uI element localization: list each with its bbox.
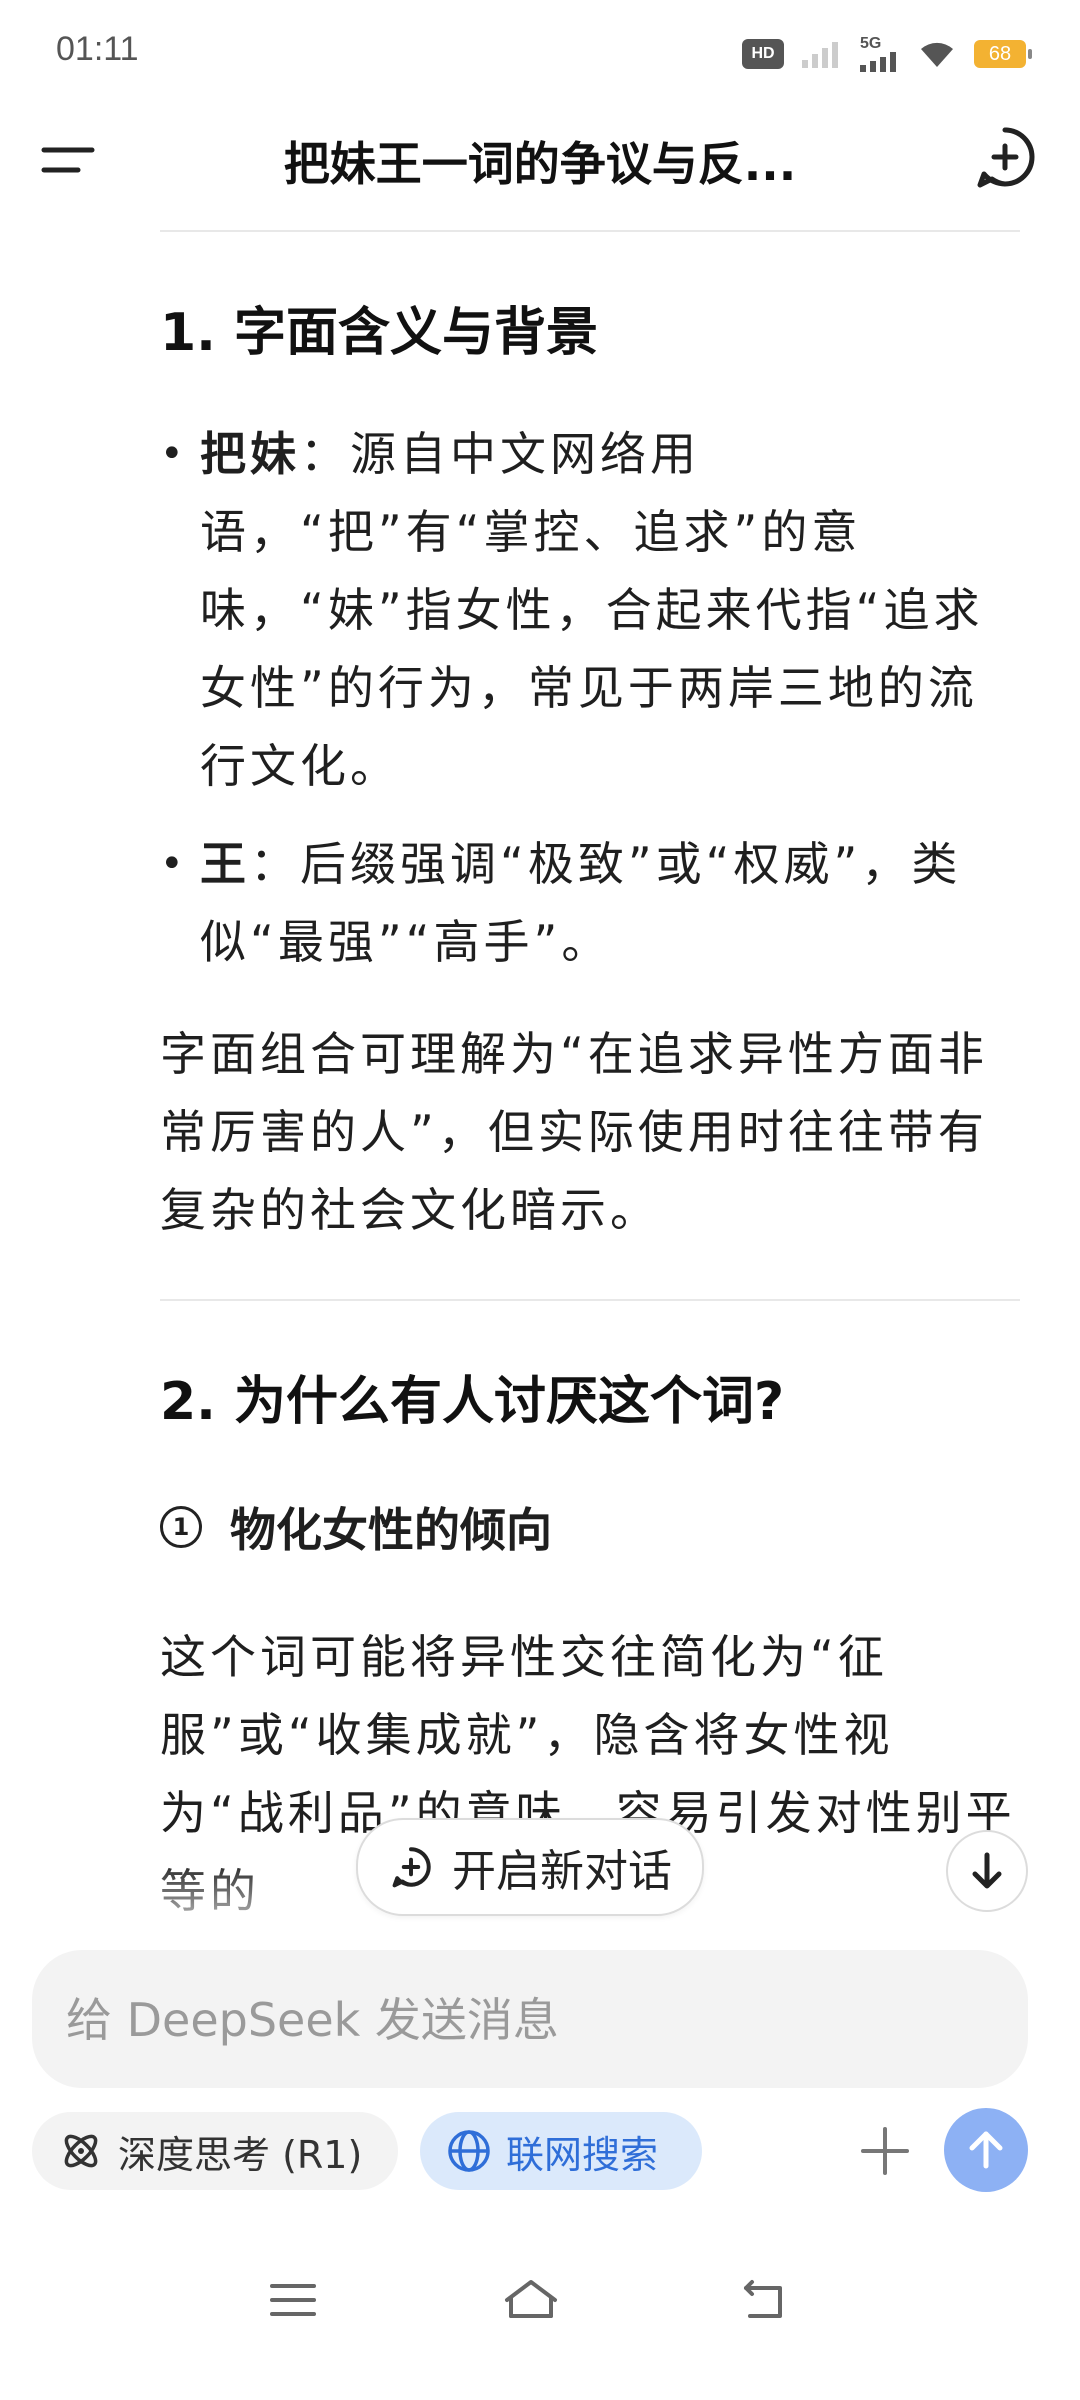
- new-chat-label: 开启新对话: [452, 1846, 672, 1897]
- bullet-text: ：源自中文网络用语，“把”有“掌控、追求”的意味，“妹”指女性，合起来代指“追求…: [200, 427, 984, 793]
- deep-think-label: 深度思考 (R1): [118, 2132, 363, 2177]
- bullet-term: 把妹: [200, 427, 300, 481]
- nav-recents-button[interactable]: [258, 2270, 328, 2330]
- arrow-up-icon: [969, 2131, 1003, 2169]
- signal-5g: 5G: [860, 36, 900, 72]
- web-search-label: 联网搜索: [506, 2132, 659, 2177]
- list-item: 王：后缀强调“极致”或“权威”，类似“最强”“高手”。: [160, 825, 1020, 981]
- globe-icon: [448, 2130, 490, 2172]
- message-input-container: [32, 1950, 1028, 2090]
- divider: [160, 230, 1020, 232]
- plus-icon: [861, 2127, 909, 2175]
- status-icons: HD 5G 68: [742, 34, 1032, 74]
- attach-button[interactable]: [846, 2112, 924, 2190]
- wifi-icon: [921, 42, 953, 67]
- system-nav-bar: [0, 2250, 1080, 2350]
- status-bar: 01:11 HD 5G 68: [0, 0, 1080, 100]
- web-search-toggle[interactable]: 联网搜索: [420, 2112, 702, 2190]
- chat-title[interactable]: 把妹王一词的争议与反...: [130, 128, 950, 194]
- circle-number: 1: [160, 1506, 202, 1548]
- menu-lines-icon: [270, 2284, 316, 2316]
- bullet-term: 王: [200, 837, 250, 891]
- nav-home-button[interactable]: [496, 2270, 566, 2330]
- home-icon: [505, 2280, 557, 2318]
- scroll-to-bottom-button[interactable]: [946, 1830, 1028, 1912]
- section-heading-1: 1. 字面含义与背景: [160, 290, 1020, 365]
- hd-icon: HD: [742, 39, 784, 69]
- status-time: 01:11: [56, 30, 139, 68]
- menu-icon: [41, 147, 95, 173]
- new-chat-button[interactable]: [970, 122, 1040, 192]
- header: 把妹王一词的争议与反...: [0, 100, 1080, 220]
- section-heading-2: 2. 为什么有人讨厌这个词?: [160, 1359, 1020, 1434]
- paragraph: 字面组合可理解为“在追求异性方面非常厉害的人”，但实际使用时往往带有复杂的社会文…: [160, 1027, 988, 1237]
- message-input[interactable]: [64, 1950, 998, 2090]
- arrow-down-icon: [972, 1852, 1002, 1889]
- signal-icon-weak: [802, 42, 838, 68]
- list-item: 把妹：源自中文网络用语，“把”有“掌控、追求”的意味，“妹”指女性，合起来代指“…: [160, 415, 1020, 805]
- signal-icon: [860, 52, 896, 72]
- chat-plus-icon: [977, 127, 1035, 188]
- network-label: 5G: [860, 35, 882, 52]
- divider: [160, 1299, 1020, 1301]
- send-button[interactable]: [944, 2108, 1028, 2192]
- chat-plus-icon: [392, 1847, 431, 1888]
- atom-icon: [64, 2134, 98, 2168]
- battery-icon: 68: [974, 40, 1032, 68]
- section-title: 字面含义与背景: [233, 303, 598, 363]
- subsection-heading: 1 物化女性的倾向: [160, 1494, 1020, 1560]
- deep-think-toggle[interactable]: 深度思考 (R1): [32, 2112, 398, 2190]
- nav-back-button[interactable]: [730, 2270, 800, 2330]
- bullet-text: ：后缀强调“极致”或“权威”，类似“最强”“高手”。: [200, 837, 962, 969]
- section-title: 为什么有人讨厌这个词?: [233, 1372, 785, 1432]
- message-content: 1. 字面含义与背景 把妹：源自中文网络用语，“把”有“掌控、追求”的意味，“妹”…: [160, 226, 1020, 1930]
- section-number: 2.: [160, 1372, 216, 1432]
- subsection-title: 物化女性的倾向: [230, 1503, 552, 1557]
- back-icon: [744, 2280, 782, 2318]
- section-number: 1.: [160, 303, 216, 363]
- menu-button[interactable]: [36, 124, 106, 194]
- new-chat-pill-button[interactable]: 开启新对话: [356, 1818, 704, 1916]
